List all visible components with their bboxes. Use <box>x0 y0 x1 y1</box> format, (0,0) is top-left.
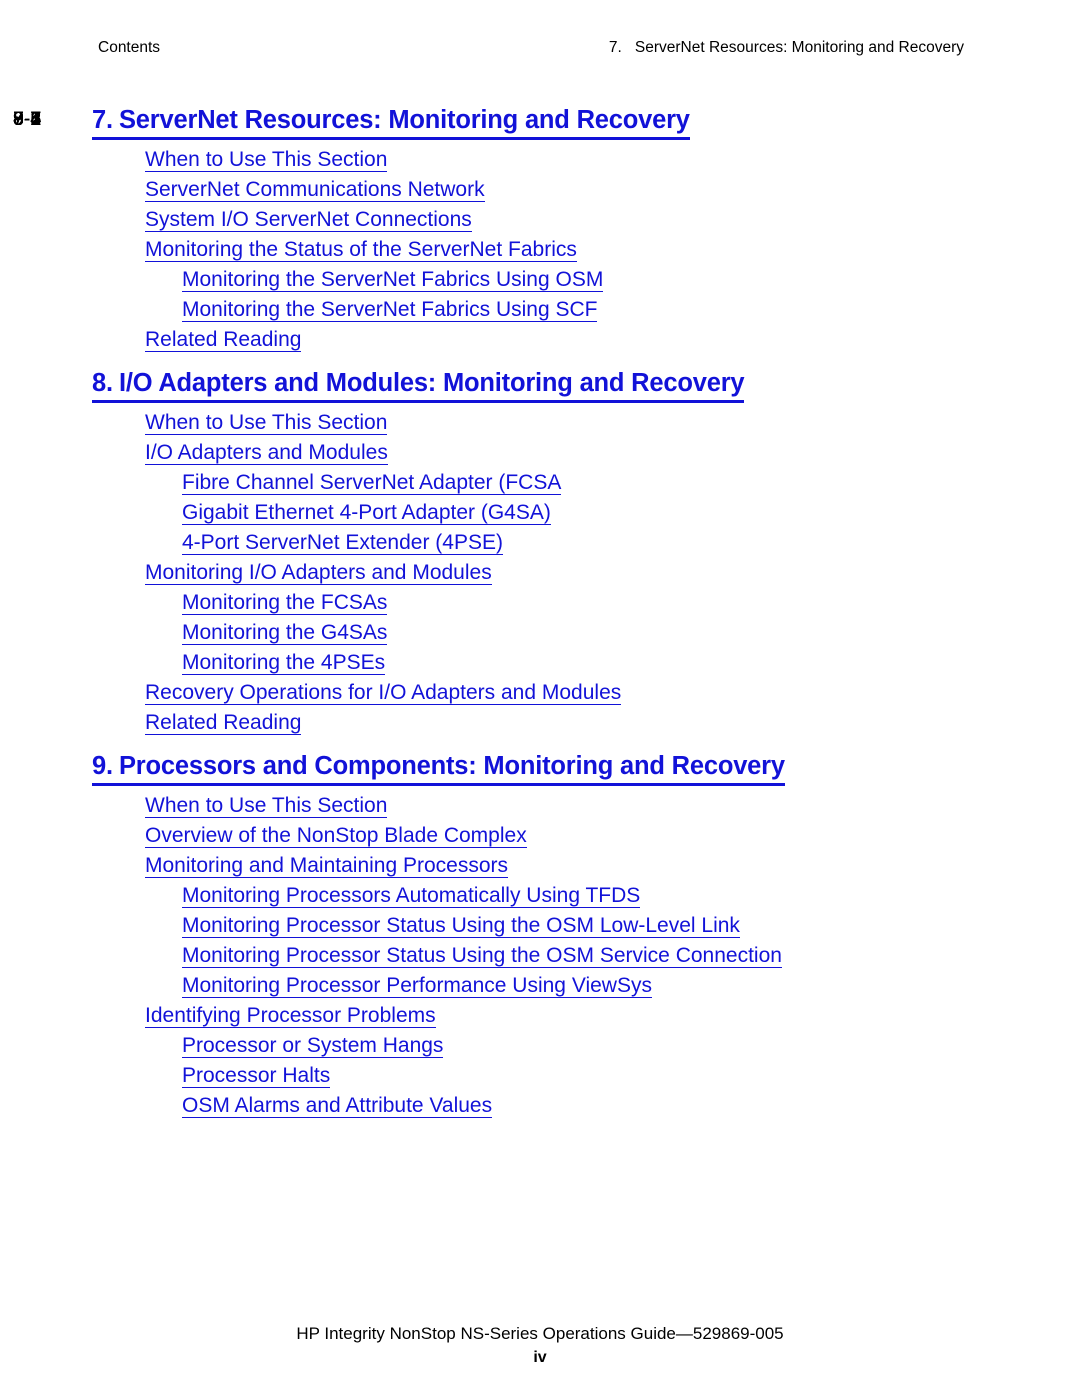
running-header: Contents 7. ServerNet Resources: Monitori… <box>98 36 982 60</box>
toc-entry[interactable]: OSM Alarms and Attribute Values 9-8 <box>13 108 1080 1121</box>
running-header-right: 7. ServerNet Resources: Monitoring and Re… <box>609 36 964 60</box>
page-footer: HP Integrity NonStop NS-Series Operation… <box>0 1322 1080 1369</box>
table-of-contents: 7. ServerNet Resources: Monitoring and Re… <box>0 104 1080 1121</box>
toc-entry-page-number: 9-8 <box>13 108 42 130</box>
footer-page-number: iv <box>533 1349 547 1366</box>
running-header-chapter-title: ServerNet Resources: Monitoring and Reco… <box>634 39 964 56</box>
footer-guide-title: HP Integrity NonStop NS-Series Operation… <box>296 1324 784 1343</box>
document-page: Contents 7. ServerNet Resources: Monitori… <box>0 0 1080 1397</box>
running-header-chapter-number: 7. <box>608 39 622 56</box>
running-header-left: Contents <box>98 39 161 56</box>
